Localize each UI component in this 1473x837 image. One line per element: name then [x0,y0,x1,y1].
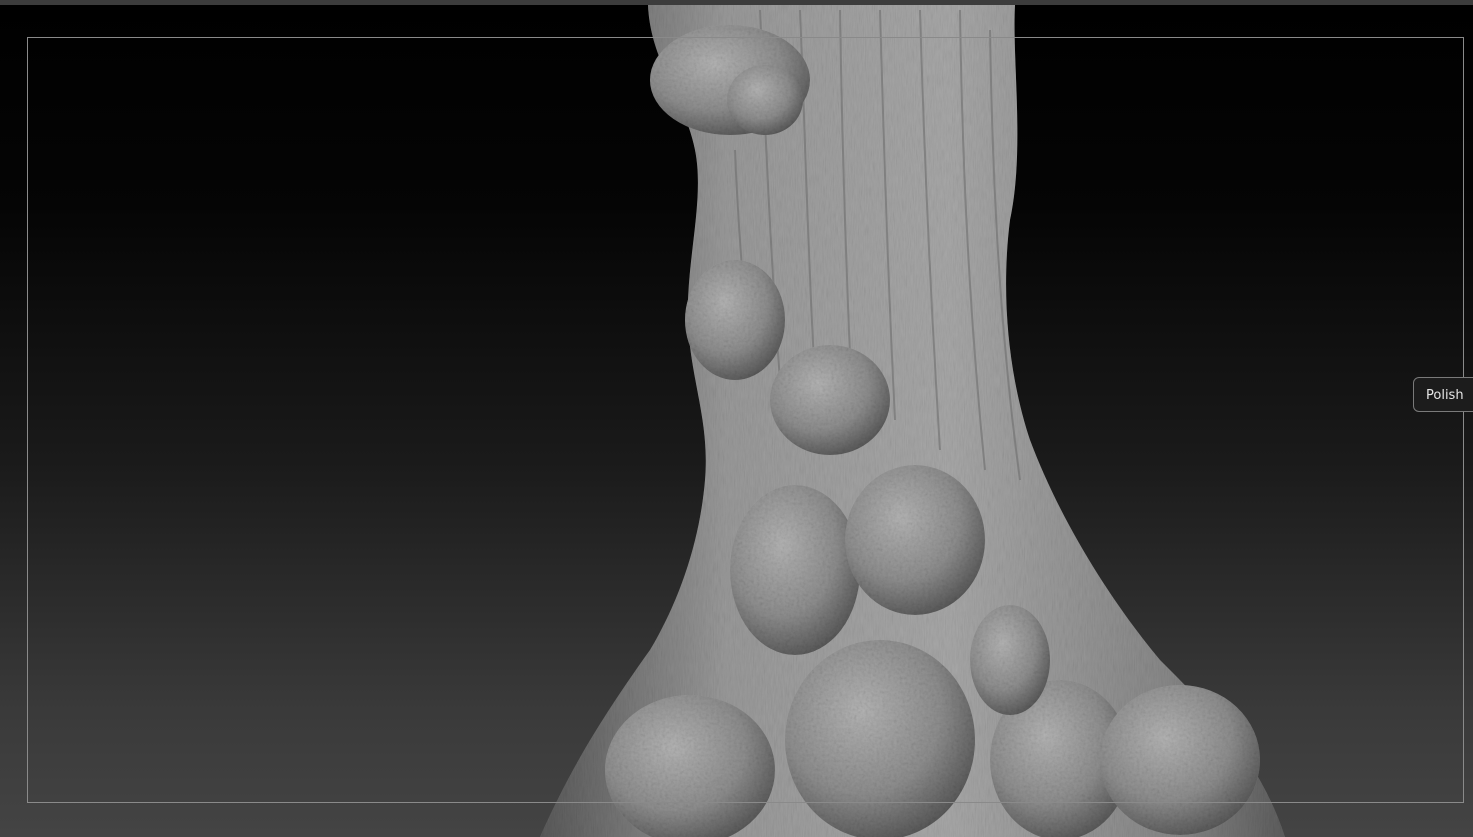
tree-trunk-model[interactable] [0,0,1473,837]
polish-button[interactable]: Polish [1413,377,1473,412]
sculpt-viewport[interactable]: Polish [0,0,1473,837]
